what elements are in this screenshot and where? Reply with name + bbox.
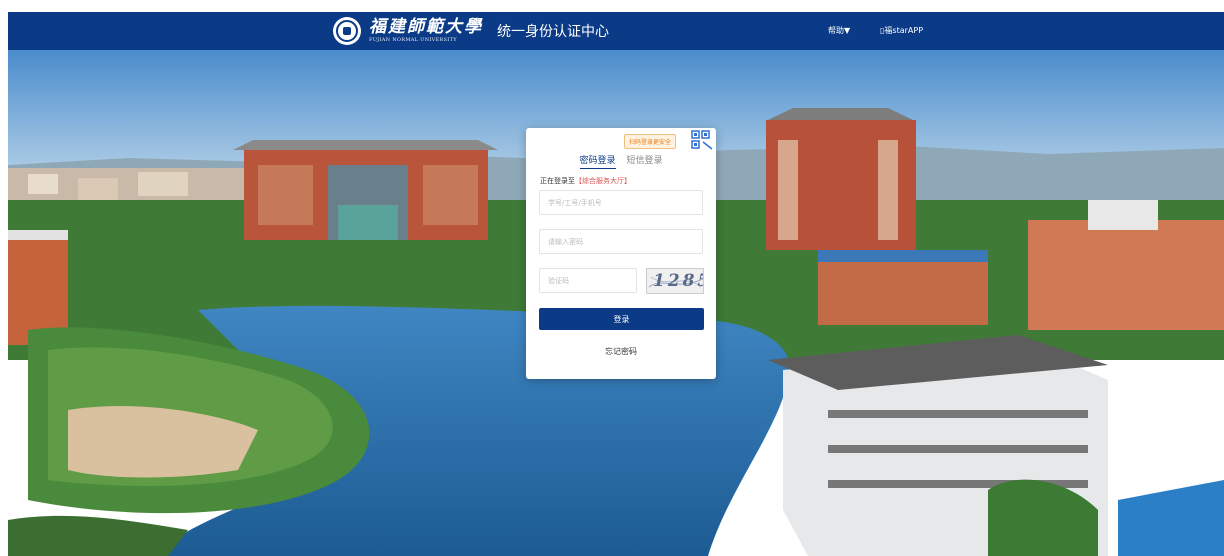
- brand-name: 福建師範大學 FUJIAN NORMAL UNIVERSITY: [369, 19, 483, 43]
- password-input[interactable]: [539, 229, 703, 254]
- forgot-password-link[interactable]: 忘记密码: [526, 346, 716, 357]
- qr-code-icon[interactable]: [691, 130, 713, 150]
- login-card: 扫码登录更安全 密码登录 短信登录 正在登录至【综合服务大厅】 学号/工号/手机…: [526, 128, 716, 379]
- brand-name-cn: 福建師範大學: [369, 17, 483, 37]
- portal-title: 统一身份认证中心: [497, 24, 609, 40]
- captcha-input[interactable]: [539, 268, 637, 293]
- app-download-link[interactable]: ▯福starAPP: [880, 25, 923, 36]
- qr-login-tip: 扫码登录更安全: [624, 134, 677, 149]
- captcha-image[interactable]: 1285: [646, 268, 704, 294]
- tab-sms-login[interactable]: 短信登录: [626, 153, 662, 168]
- campus-background-image: 扫码登录更安全 密码登录 短信登录 正在登录至【综合服务大厅】 学号/工号/手机…: [8, 50, 1224, 556]
- login-target-prefix: 正在登录至: [540, 177, 575, 185]
- brand-name-en: FUJIAN NORMAL UNIVERSITY: [369, 37, 457, 43]
- tab-password-login[interactable]: 密码登录: [579, 153, 616, 169]
- top-header: 福建師範大學 FUJIAN NORMAL UNIVERSITY 统一身份认证中心…: [8, 12, 1224, 50]
- login-button[interactable]: 登录: [539, 308, 704, 330]
- help-menu[interactable]: 帮助▼: [828, 25, 850, 36]
- username-input[interactable]: [539, 190, 703, 215]
- captcha-text: 1285: [653, 271, 703, 291]
- login-target-service: 【综合服务大厅】: [575, 177, 631, 185]
- login-tabs: 密码登录 短信登录: [526, 153, 716, 169]
- university-logo: 福建師範大學 FUJIAN NORMAL UNIVERSITY 统一身份认证中心: [333, 16, 609, 46]
- university-seal-icon: [333, 17, 361, 45]
- page-frame: 福建師範大學 FUJIAN NORMAL UNIVERSITY 统一身份认证中心…: [8, 12, 1224, 556]
- login-target-notice: 正在登录至【综合服务大厅】: [540, 176, 631, 186]
